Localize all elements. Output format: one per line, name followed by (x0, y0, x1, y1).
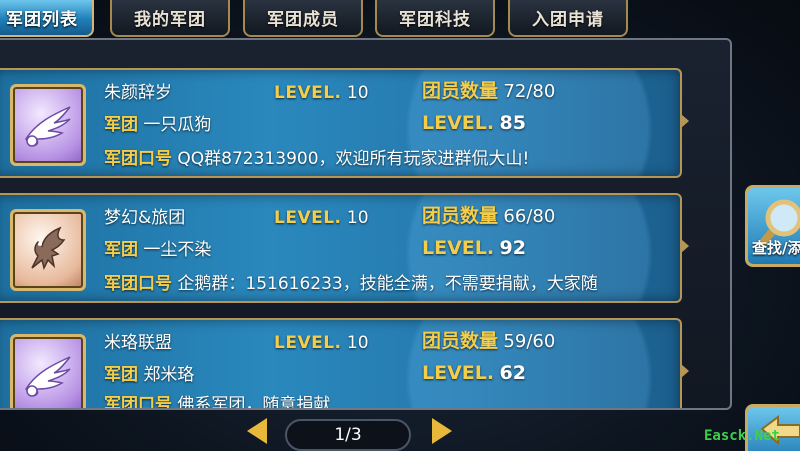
griffin-emblem-icon (10, 209, 86, 291)
slogan-row: 军团口号 佛系军团，随意捐献 (104, 394, 331, 410)
level-value: 10 (346, 83, 369, 103)
member-count-value: 66/80 (503, 206, 556, 227)
tab-bar: 军团列表 我的军团 军团成员 军团科技 入团申请 (0, 0, 800, 40)
legion-level-label: LEVEL. (422, 237, 495, 259)
legion-name-row: 军团 一只瓜狗 (104, 114, 211, 136)
slogan-text: QQ群872313900，欢迎所有玩家进群侃大山! (177, 149, 530, 169)
level-value: 10 (346, 208, 369, 228)
slogan-row: 军团口号 QQ群872313900，欢迎所有玩家进群侃大山! (104, 148, 529, 170)
tab-legion-members[interactable]: 军团成员 (243, 0, 363, 37)
legion-level: LEVEL. 92 (422, 237, 526, 260)
watermark: Easck.Net (704, 428, 780, 444)
next-page-icon[interactable] (432, 418, 452, 444)
legion-label: 军团 (104, 240, 138, 260)
slogan-label: 军团口号 (104, 395, 172, 410)
leader-level: LEVEL. 10 (274, 332, 369, 354)
level-label: LEVEL. (274, 208, 342, 228)
page-indicator: 1/3 (285, 419, 411, 451)
level-value: 10 (346, 333, 369, 353)
member-count-value: 59/60 (503, 331, 556, 352)
legion-level-label: LEVEL. (422, 362, 495, 384)
slogan-text: 佛系军团，随意捐献 (177, 395, 331, 410)
legion-name-row: 军团 一尘不染 (104, 239, 211, 261)
legion-label: 军团 (104, 115, 138, 135)
legion-name: 郑米珞 (143, 365, 195, 385)
legion-name: 一只瓜狗 (143, 115, 212, 135)
search-legion-label: 查找/添 (752, 239, 800, 257)
member-count-value: 72/80 (503, 81, 556, 102)
legion-level-value: 85 (499, 112, 526, 134)
legion-level: LEVEL. 62 (422, 362, 526, 385)
legion-level-value: 92 (499, 237, 526, 259)
legion-level-value: 62 (499, 362, 526, 384)
legion-list-panel: 朱颜辞岁 LEVEL. 10 团员数量 72/80 军团 一只瓜狗 LEVEL.… (0, 38, 732, 410)
slogan-label: 军团口号 (104, 274, 172, 294)
tab-my-legion[interactable]: 我的军团 (110, 0, 230, 37)
slogan-label: 军团口号 (104, 149, 172, 169)
member-count-label: 团员数量 (422, 205, 499, 227)
tab-legion-list[interactable]: 军团列表 (0, 0, 94, 37)
leader-level: LEVEL. 10 (274, 207, 369, 229)
tab-legion-tech[interactable]: 军团科技 (375, 0, 495, 37)
legion-card[interactable]: 米珞联盟 LEVEL. 10 团员数量 59/60 军团 郑米珞 LEVEL. … (0, 318, 689, 410)
legion-level-label: LEVEL. (422, 112, 495, 134)
legion-label: 军团 (104, 365, 138, 385)
leader-level: LEVEL. 10 (274, 82, 369, 104)
legion-name: 一尘不染 (143, 240, 212, 260)
search-legion-button[interactable]: 查找/添 (745, 185, 800, 267)
member-count: 团员数量 59/60 (422, 330, 555, 353)
legion-name-row: 军团 郑米珞 (104, 364, 194, 386)
member-count-label: 团员数量 (422, 330, 499, 352)
member-count: 团员数量 66/80 (422, 205, 555, 228)
prev-page-icon[interactable] (247, 418, 267, 444)
member-count-label: 团员数量 (422, 80, 499, 102)
legion-card[interactable]: 朱颜辞岁 LEVEL. 10 团员数量 72/80 军团 一只瓜狗 LEVEL.… (0, 68, 689, 178)
legion-card[interactable]: 梦幻&旅团 LEVEL. 10 团员数量 66/80 军团 一尘不染 LEVEL… (0, 193, 689, 303)
wing-emblem-icon (10, 334, 86, 408)
level-label: LEVEL. (274, 83, 342, 103)
slogan-text: 企鹅群：151616233，技能全满，不需要捐献，大家随 (177, 274, 598, 294)
member-count: 团员数量 72/80 (422, 80, 555, 103)
tab-join-requests[interactable]: 入团申请 (508, 0, 628, 37)
leader-name: 朱颜辞岁 (104, 83, 172, 103)
leader-name: 梦幻&旅团 (104, 208, 186, 228)
wing-emblem-icon (10, 84, 86, 166)
leader-name: 米珞联盟 (104, 333, 172, 353)
legion-level: LEVEL. 85 (422, 112, 526, 135)
level-label: LEVEL. (274, 333, 342, 353)
slogan-row: 军团口号 企鹅群：151616233，技能全满，不需要捐献，大家随 (104, 273, 674, 295)
